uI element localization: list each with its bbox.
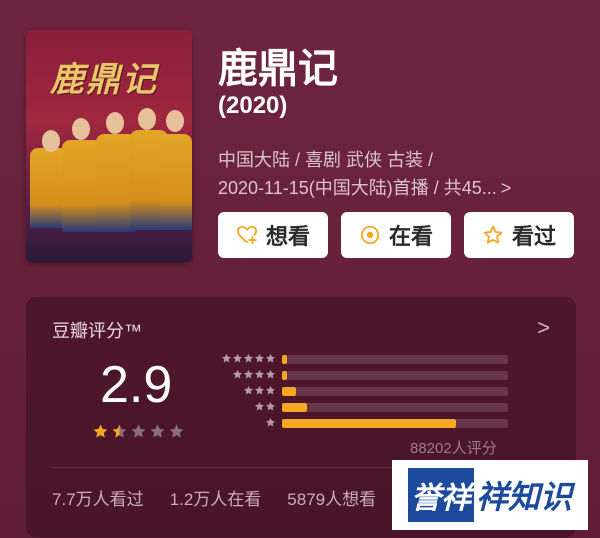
want-to-watch-button[interactable]: 想看 — [218, 212, 328, 258]
stat-want[interactable]: 5879人想看 — [287, 485, 376, 510]
distribution-bar-track — [282, 403, 508, 412]
distribution-bar-track — [282, 355, 508, 364]
stat-watching[interactable]: 1.2万人在看 — [170, 485, 262, 510]
heart-plus-icon — [236, 225, 258, 245]
chevron-right-icon[interactable]: > — [537, 315, 550, 341]
watermark-text: 祥知识 — [475, 478, 572, 516]
watermark: 誉祥 祥知识 — [392, 460, 588, 530]
distribution-stars — [243, 385, 276, 397]
watching-button[interactable]: 在看 — [341, 212, 451, 258]
distribution-bar-fill — [282, 403, 307, 412]
star-icon — [266, 385, 275, 395]
star-icon — [169, 424, 184, 438]
star-icon — [255, 353, 264, 363]
distribution-row — [210, 369, 520, 381]
star-icon — [150, 424, 165, 438]
watched-label: 看过 — [511, 224, 556, 249]
star-icon — [131, 424, 146, 438]
distribution-stars — [232, 369, 276, 381]
distribution-bar-fill — [282, 387, 296, 396]
meta-release-text: 2020-11-15(中国大陆)首播 / 共45... — [218, 178, 497, 198]
star-icon — [266, 401, 275, 411]
star-icon — [255, 369, 264, 379]
distribution-stars — [265, 417, 276, 429]
distribution-row — [210, 417, 520, 429]
want-label: 想看 — [265, 224, 310, 249]
target-circle-icon — [360, 225, 380, 245]
star-icon — [244, 353, 253, 363]
distribution-bar-fill — [282, 419, 457, 428]
poster-image[interactable]: 鹿鼎记 — [26, 30, 192, 262]
rating-label: 豆瓣评分™ — [52, 321, 142, 341]
rating-score: 2.9 — [100, 356, 173, 414]
star-icon — [93, 424, 108, 438]
poster-figures — [26, 30, 192, 262]
distribution-stars — [221, 353, 276, 365]
star-icon — [222, 353, 231, 363]
watermark-logo: 誉祥 — [407, 468, 474, 522]
star-icon — [244, 369, 253, 379]
distribution-bar-fill — [282, 355, 287, 364]
stats-row: 7.7万人看过 1.2万人在看 5879人想看 — [52, 485, 376, 510]
star-icon — [266, 353, 275, 363]
distribution-row — [210, 353, 520, 365]
distribution-bar-track — [282, 387, 508, 396]
distribution-bar-fill — [282, 371, 287, 380]
star-outline-icon — [483, 225, 503, 244]
star-icon — [255, 385, 264, 395]
star-icon — [266, 417, 275, 427]
star-icon — [255, 401, 264, 411]
rating-count: 88202人评分 — [410, 440, 497, 457]
rating-stars — [92, 423, 185, 440]
distribution-bar-track — [282, 419, 508, 428]
page-title: 鹿鼎记 — [218, 46, 338, 92]
star-icon — [233, 369, 242, 379]
star-icon — [112, 424, 127, 438]
distribution-stars — [254, 401, 276, 413]
distribution-row — [210, 401, 520, 413]
release-year: (2020) — [218, 92, 288, 119]
meta-release-info[interactable]: 2020-11-15(中国大陆)首播 / 共45... > — [218, 174, 511, 200]
watching-label: 在看 — [388, 224, 433, 249]
distribution-row — [210, 385, 520, 397]
chevron-right-icon: > — [500, 178, 512, 198]
stat-watched[interactable]: 7.7万人看过 — [52, 485, 144, 510]
watched-button[interactable]: 看过 — [464, 212, 574, 258]
meta-genres: 中国大陆 / 喜剧 武侠 古装 / — [218, 150, 434, 170]
star-icon — [266, 369, 275, 379]
star-icon — [244, 385, 253, 395]
star-icon — [233, 353, 242, 363]
distribution-bar-track — [282, 371, 508, 380]
